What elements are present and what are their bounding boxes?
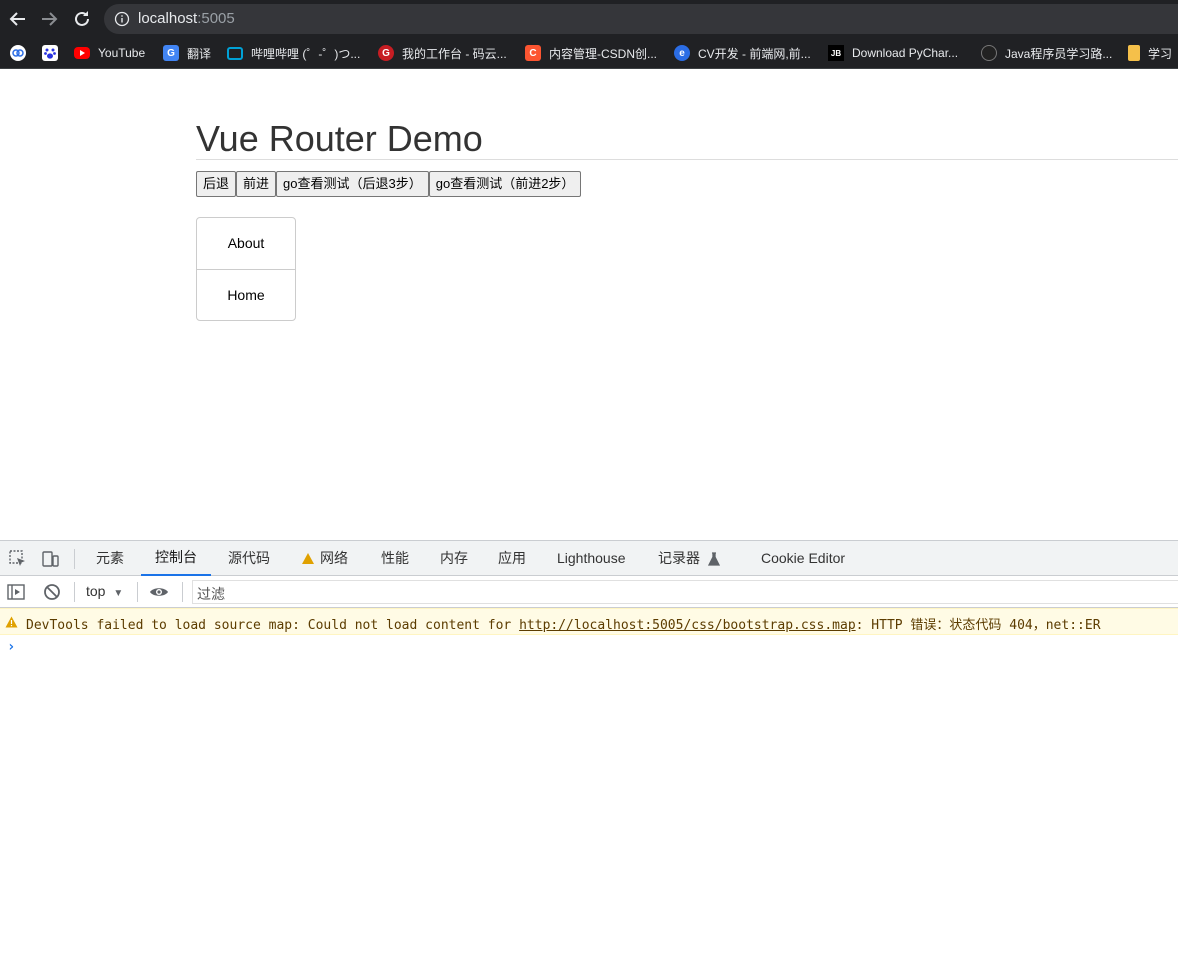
youtube-icon [74, 47, 90, 59]
bookmark-pycharm[interactable]: JB Download PyChar... [828, 43, 958, 63]
bookmark-qianduan[interactable]: e CV开发 - 前端网,前... [674, 43, 811, 63]
warning-icon [302, 553, 314, 564]
tab-recorder[interactable]: 记录器 [658, 541, 720, 576]
reload-icon[interactable] [71, 8, 93, 30]
site-info-icon[interactable] [114, 11, 130, 27]
tab-performance[interactable]: 性能 [381, 541, 409, 576]
nav-list: About Home [196, 217, 296, 321]
go-forward-2-button[interactable]: go查看测试（前进2步） [428, 171, 582, 197]
context-selector[interactable]: top ▼ [86, 583, 123, 599]
sidebar-toggle-icon[interactable] [6, 582, 26, 602]
bookmark-translate[interactable]: G 翻译 [163, 43, 211, 63]
browser-toolbar: localhost:5005 [0, 0, 1178, 37]
console-prompt[interactable]: › [7, 639, 15, 655]
context-selector-value: top [86, 583, 106, 599]
bookmark-label: YouTube [98, 46, 146, 60]
tab-memory[interactable]: 内存 [440, 541, 468, 576]
cloud-icon [10, 45, 26, 61]
bookmark-label: 内容管理-CSDN创... [549, 46, 658, 61]
toolbar-divider [137, 582, 138, 602]
bilibili-icon [227, 46, 243, 60]
gitee-icon: G [378, 45, 394, 61]
bookmark-java[interactable]: Java程序员学习路... [981, 43, 1112, 63]
bookmark-label: Java程序员学习路... [1005, 46, 1113, 61]
bookmark-label: 翻译 [187, 46, 212, 61]
bookmark-csdn[interactable]: C 内容管理-CSDN创... [525, 43, 657, 63]
console-filter-input[interactable]: 过滤 [192, 580, 1178, 604]
title-divider [196, 159, 1178, 160]
toolbar-divider [182, 582, 183, 602]
live-expression-eye-icon[interactable] [149, 582, 169, 602]
tab-network[interactable]: 网络 [302, 541, 348, 576]
bookmark-label: 哔哩哔哩 (゜-゜)つ... [251, 46, 361, 61]
clear-console-icon[interactable] [42, 582, 62, 602]
warning-text: DevTools failed to load source map: Coul… [26, 614, 1101, 633]
bookmark-folder-study[interactable]: 学习 [1128, 43, 1172, 63]
devtools-panel: 元素 控制台 源代码 网络 性能 内存 应用 Lighthouse 记录器 Co… [0, 540, 1178, 970]
inspect-element-icon[interactable] [8, 549, 28, 569]
tab-sources[interactable]: 源代码 [228, 541, 270, 576]
tab-application[interactable]: 应用 [498, 541, 526, 576]
device-toolbar-icon[interactable] [40, 549, 60, 569]
toolbar-divider [74, 582, 75, 602]
forward-arrow-icon[interactable] [38, 8, 60, 30]
globe-icon [981, 45, 997, 61]
page-viewport: Vue Router Demo 后退 前进 go查看测试（后退3步） go查看测… [0, 70, 1178, 540]
toolbar-divider [74, 549, 75, 569]
warning-icon [5, 616, 18, 628]
tab-network-label: 网络 [320, 550, 348, 566]
tab-cookie-editor[interactable]: Cookie Editor [761, 541, 845, 576]
warning-suffix: : HTTP 错误：状态代码 404，net::ER [855, 618, 1101, 633]
back-button[interactable]: 后退 [196, 171, 237, 197]
bookmark-bilibili[interactable]: 哔哩哔哩 (゜-゜)つ... [227, 43, 360, 63]
bookmark-gitee[interactable]: G 我的工作台 - 码云... [378, 43, 507, 63]
router-buttons: 后退 前进 go查看测试（后退3步） go查看测试（前进2步） [196, 171, 582, 197]
jetbrains-icon: JB [828, 45, 844, 61]
nav-link-about[interactable]: About [197, 218, 295, 269]
url-host: localhost [138, 10, 198, 27]
back-arrow-icon[interactable] [7, 8, 29, 30]
tab-recorder-label: 记录器 [658, 550, 700, 566]
bookmark-label: CV开发 - 前端网,前... [698, 46, 811, 61]
go-back-3-button[interactable]: go查看测试（后退3步） [276, 171, 429, 197]
dropdown-arrow-icon: ▼ [113, 588, 124, 599]
url-text: localhost:5005 [138, 10, 235, 27]
bookmark-baidu[interactable] [42, 43, 66, 63]
bookmarks-bar: YouTube G 翻译 哔哩哔哩 (゜-゜)つ... G 我的工作台 - 码云… [0, 37, 1178, 69]
page-title: Vue Router Demo [196, 118, 483, 159]
tab-elements[interactable]: 元素 [96, 541, 124, 576]
bookmark-label: Download PyChar... [852, 46, 959, 60]
warning-prefix: DevTools failed to load source map: Coul… [26, 618, 520, 633]
devtools-tabbar: 元素 控制台 源代码 网络 性能 内存 应用 Lighthouse 记录器 Co… [0, 541, 1178, 576]
tab-console[interactable]: 控制台 [141, 541, 211, 576]
bookmark-youtube[interactable]: YouTube [74, 43, 145, 63]
bookmark-label: 学习 [1148, 46, 1173, 61]
csdn-icon: C [525, 45, 541, 61]
bookmark-label: 我的工作台 - 码云... [402, 46, 507, 61]
nav-link-home[interactable]: Home [197, 269, 295, 320]
google-translate-icon: G [163, 45, 179, 61]
flask-icon [708, 551, 720, 566]
console-toolbar: top ▼ 过滤 [0, 576, 1178, 608]
forward-button[interactable]: 前进 [236, 171, 277, 197]
qianduan-icon: e [674, 45, 690, 61]
baidu-paw-icon [42, 45, 58, 61]
address-bar[interactable]: localhost:5005 [104, 4, 1178, 34]
source-map-link[interactable]: http://localhost:5005/css/bootstrap.css.… [519, 618, 856, 633]
url-port: :5005 [197, 10, 235, 27]
filter-placeholder: 过滤 [197, 586, 225, 602]
folder-icon [1128, 45, 1140, 61]
console-warning-message: DevTools failed to load source map: Coul… [0, 608, 1178, 635]
bookmark-cloud[interactable] [10, 43, 34, 63]
tab-lighthouse[interactable]: Lighthouse [557, 541, 626, 576]
